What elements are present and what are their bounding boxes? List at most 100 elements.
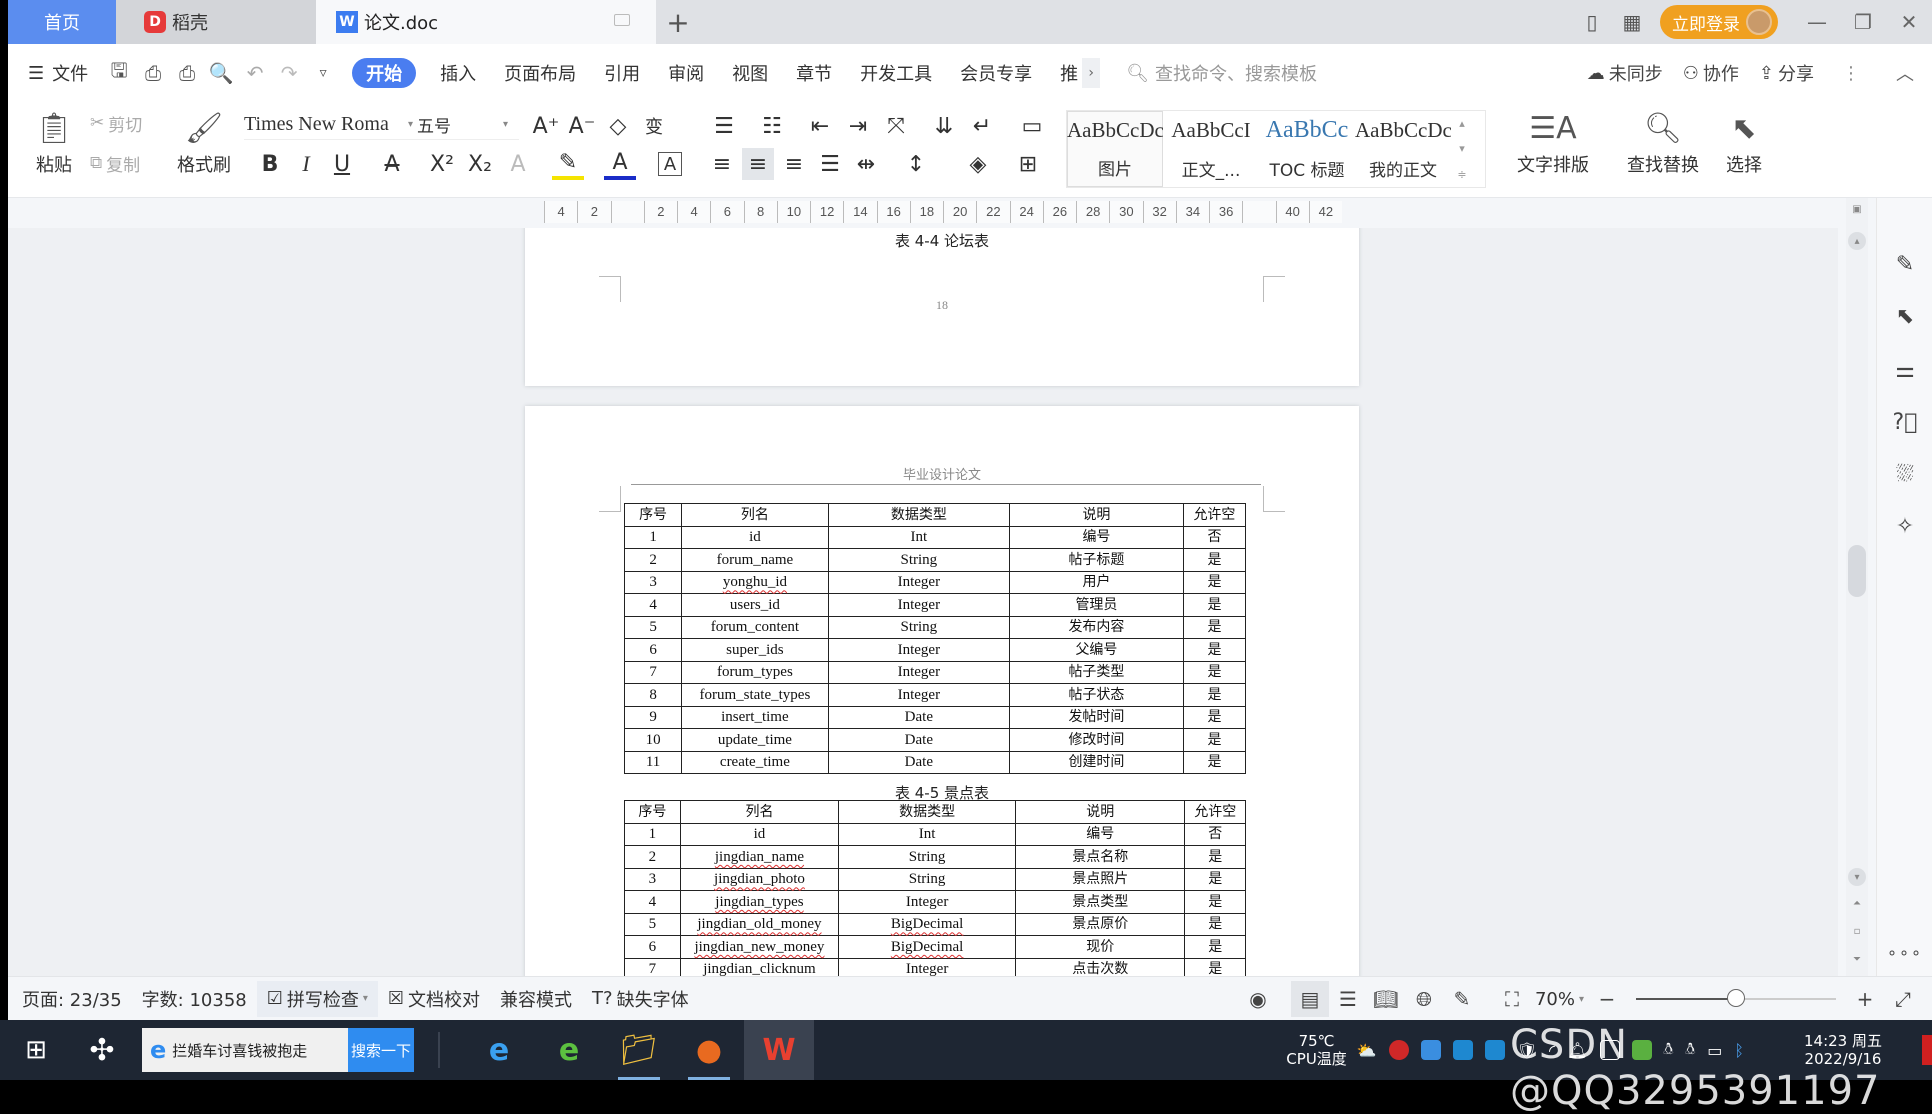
numbered-list-icon[interactable]: ☷ [756,110,788,142]
table-cell[interactable]: 5 [623,615,683,639]
table-cell[interactable]: 1 [623,525,683,549]
new-tab-button[interactable]: + [660,4,696,40]
table-cell[interactable]: 是 [1182,705,1247,729]
table-cell[interactable]: Int [838,822,1016,846]
table-cell[interactable]: 否 [1182,525,1247,549]
table-cell[interactable]: 4 [623,593,683,617]
expand-styles-icon[interactable]: ≑ [1457,168,1466,181]
table-cell[interactable]: Date [827,705,1011,729]
write-mode-icon[interactable]: ✎ [1443,981,1481,1017]
monitor-icon[interactable] [614,14,630,26]
wps-office-icon[interactable]: W [744,1020,814,1080]
table-cell[interactable]: 是 [1182,750,1247,774]
select-cursor-icon[interactable]: ⬉ [1887,298,1923,334]
italic-icon[interactable]: I [290,148,322,180]
table-cell[interactable]: 是 [1182,593,1247,617]
table-cell[interactable]: Integer [827,683,1011,707]
fan-app-icon[interactable]: ✣ [72,1020,132,1080]
table-cell[interactable]: insert_time [681,705,829,729]
zoom-in-icon[interactable]: + [1846,981,1884,1017]
print-preview-icon[interactable]: 🔍 [204,58,238,88]
paste-button[interactable]: 📋︎ 粘贴 [24,104,84,184]
char-border-icon[interactable]: A [658,152,682,176]
horizontal-ruler[interactable]: 4 2 2 4 6 8 10 12 14 16 18 20 22 24 26 28 30 32 34 36 40 42 [8,198,1932,228]
table-cell[interactable]: forum_types [681,660,829,684]
table-cell[interactable]: 2 [624,845,681,869]
tab-page-layout[interactable]: 页面布局 [490,58,590,88]
shrink-font-icon[interactable]: A⁻ [566,110,598,142]
strikethrough-icon[interactable]: A [376,148,408,180]
tab-daoke[interactable]: D 稻壳 [116,0,316,44]
table-cell[interactable]: 用户 [1009,570,1184,594]
windows-start-icon[interactable]: ⊞ [0,1020,72,1080]
table-cell[interactable]: users_id [681,593,829,617]
select-browse-object-icon[interactable]: ▫ [1848,922,1866,940]
grow-font-icon[interactable]: A⁺ [530,110,562,142]
font-name-select[interactable]: Times New Roma [244,113,404,136]
weather-icon[interactable]: ⛅ [1357,1041,1377,1060]
cut-button[interactable]: ✂ 剪切 [90,108,142,138]
360-browser-icon[interactable]: e [534,1020,604,1080]
more-icon[interactable]: ∘∘∘ [1887,934,1923,970]
layout-icon[interactable]: ▯ [1572,2,1612,42]
table-cell[interactable]: 帖子标题 [1009,548,1184,572]
previous-page-icon[interactable]: ⏶ [1848,894,1866,912]
tab-developer[interactable]: 开发工具 [846,58,946,88]
table-cell[interactable]: String [827,548,1011,572]
table-cell[interactable]: Integer [827,638,1011,662]
chinese-layout-icon[interactable]: ⤧ [880,110,912,142]
clock[interactable]: 14:23 周五 2022/9/16 [1804,1032,1882,1068]
bullet-list-icon[interactable]: ☰ [708,110,740,142]
apps-grid-icon[interactable]: ▦ [1612,2,1652,42]
clear-format-icon[interactable]: ◇ [602,110,634,142]
text-effect-icon[interactable]: A [502,148,534,180]
style-body-text[interactable]: AaBbCcI 正文_... [1163,111,1259,187]
table-cell[interactable]: 5 [624,912,681,936]
table-cell[interactable]: 景点原价 [1014,912,1186,936]
customize-dropdown-icon[interactable]: ▿ [306,58,340,88]
highlight-icon[interactable]: ✎ [552,148,584,180]
table-cell[interactable]: Integer [838,890,1016,914]
collapse-ribbon-icon[interactable]: ︿ [1878,60,1932,86]
scroll-down-icon[interactable]: ▾ [1459,142,1465,155]
table-cell[interactable]: 是 [1182,615,1247,639]
property-sliders-icon[interactable]: ⚌ [1887,352,1923,388]
table-cell[interactable]: Date [827,750,1011,774]
table-cell[interactable]: forum_state_types [681,683,829,707]
ruler-scale[interactable]: 4 2 2 4 6 8 10 12 14 16 18 20 22 24 26 28 30 32 34 36 40 42 [544,201,1342,223]
table-cell[interactable]: 1 [624,822,681,846]
zoom-out-icon[interactable]: − [1588,981,1626,1017]
tab-document[interactable]: W 论文.doc [316,0,656,44]
borders-icon[interactable]: ⊞ [1012,148,1044,180]
scrollbar-thumb[interactable] [1848,544,1866,597]
table-cell[interactable]: 是 [1182,570,1247,594]
select-button[interactable]: ⬉ 选择 [1714,104,1774,184]
table-cell[interactable]: 是 [1182,638,1247,662]
tray-app-icon[interactable] [1452,1040,1473,1060]
table-cell[interactable]: 景点照片 [1014,867,1186,891]
shading-icon[interactable]: ◈ [962,148,994,180]
login-button[interactable]: 立即登录 [1660,5,1778,39]
help-icon[interactable]: ?⃝ [1887,404,1923,440]
save-icon[interactable]: 🖫 [102,58,136,88]
table-cell[interactable]: 7 [623,660,683,684]
notification-badge[interactable] [1922,1035,1932,1065]
superscript-icon[interactable]: X² [426,148,458,180]
table-cell[interactable]: 是 [1182,660,1247,684]
zoom-level-select[interactable]: 70% ▾ [1531,981,1588,1017]
table-cell[interactable]: Integer [827,593,1011,617]
tab-insert[interactable]: 插入 [426,58,490,88]
table-cell[interactable]: id [679,822,840,846]
missing-font-button[interactable]: T? 缺失字体 [582,981,699,1017]
style-toc-heading[interactable]: AaBbCc TOC 标题 [1259,111,1355,187]
internet-explorer-icon[interactable]: e [464,1020,534,1080]
table-cell[interactable]: 编号 [1014,822,1186,846]
print-icon[interactable]: ⎙ [170,58,204,88]
table-cell[interactable]: 帖子类型 [1009,660,1184,684]
copy-button[interactable]: ⧉ 复制 [90,148,140,178]
tab-references[interactable]: 引用 [590,58,654,88]
justify-icon[interactable]: ☰ [814,148,846,180]
table-cell[interactable]: 4 [624,890,681,914]
table-cell[interactable]: BigDecimal [838,912,1016,936]
wifi-icon[interactable]: ◜ [1549,1041,1555,1060]
